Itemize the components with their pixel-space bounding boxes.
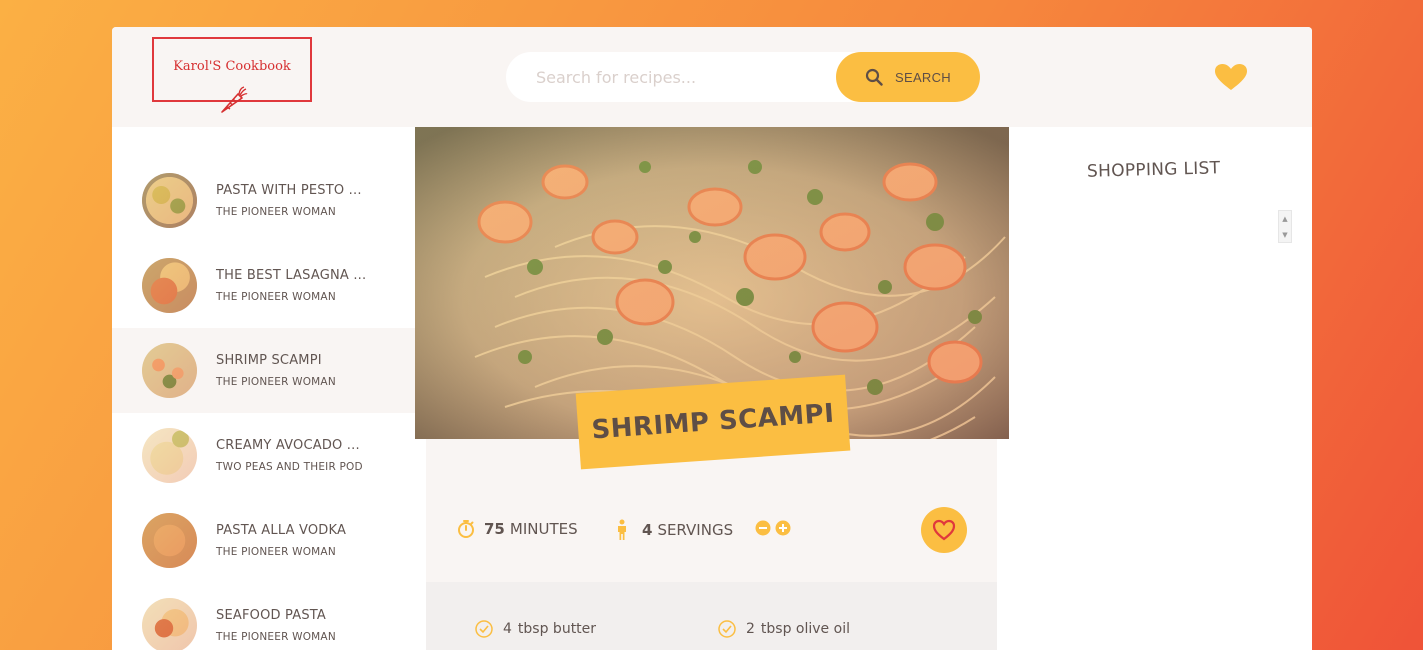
stopwatch-icon (458, 520, 474, 538)
result-publisher: TWO PEAS AND THEIR POD (216, 461, 363, 473)
result-publisher: THE PIONEER WOMAN (216, 291, 336, 303)
logo[interactable]: Karol'S Cookbook (152, 37, 312, 113)
result-publisher: THE PIONEER WOMAN (216, 631, 336, 643)
ingredient-amount: 4 (503, 621, 512, 637)
like-recipe-button[interactable] (921, 507, 967, 553)
servings-unit: SERVINGS (657, 521, 734, 539)
servings-value: 4 (642, 521, 653, 539)
result-item[interactable]: THE BEST LASAGNA ... THE PIONEER WOMAN (112, 243, 415, 328)
minus-circle-icon (755, 520, 771, 536)
heart-icon (1215, 64, 1247, 90)
result-thumbnail (142, 173, 197, 228)
result-publisher: THE PIONEER WOMAN (216, 546, 336, 558)
result-title: PASTA ALLA VODKA (216, 523, 347, 538)
result-thumbnail (142, 258, 197, 313)
recipe-details: 75 MINUTES 4 SERVINGS (426, 439, 997, 582)
scroll-down-icon[interactable]: ▼ (1279, 227, 1291, 242)
result-item-active[interactable]: SHRIMP SCAMPI THE PIONEER WOMAN (112, 328, 415, 413)
result-thumbnail (142, 598, 197, 650)
person-icon (618, 519, 626, 540)
scroll-up-icon[interactable]: ▲ (1279, 211, 1291, 226)
result-item[interactable]: SEAFOOD PASTA THE PIONEER WOMAN (112, 583, 415, 650)
search-icon (865, 68, 883, 86)
result-publisher: THE PIONEER WOMAN (216, 206, 336, 218)
search-button-label: SEARCH (895, 69, 951, 85)
recipe-title-text: SHRIMP SCAMPI (590, 398, 836, 446)
result-item[interactable]: PASTA ALLA VODKA THE PIONEER WOMAN (112, 498, 415, 583)
ingredient-text: tbsp butter (517, 621, 597, 637)
ingredient-list: 4 tbsp butter 2 tbsp olive oil (426, 582, 997, 650)
result-title: CREAMY AVOCADO ... (216, 438, 360, 453)
header: Karol'S Cookbook SEARCH (112, 27, 1312, 127)
check-circle-icon (475, 620, 493, 638)
result-title: SEAFOOD PASTA (216, 608, 327, 623)
recipe-time: 75 MINUTES (456, 519, 578, 539)
time-value: 75 (484, 520, 505, 538)
shopping-list: SHOPPING LIST ▲ ▼ (1009, 127, 1312, 650)
result-thumbnail (142, 428, 197, 483)
result-item[interactable]: CREAMY AVOCADO ... TWO PEAS AND THEIR PO… (112, 413, 415, 498)
ingredient-item: 4 tbsp butter (475, 620, 596, 638)
likes-menu[interactable] (1214, 63, 1248, 95)
search-button[interactable]: SEARCH (836, 52, 980, 102)
result-thumbnail (142, 343, 197, 398)
ingredient-amount: 2 (746, 621, 755, 637)
heart-outline-icon (932, 519, 956, 541)
recipe-body: 75 MINUTES 4 SERVINGS 4 tbsp butter 2 tb… (426, 439, 997, 650)
result-title: SHRIMP SCAMPI (216, 353, 322, 368)
check-circle-icon (718, 620, 736, 638)
result-publisher: THE PIONEER WOMAN (216, 376, 336, 388)
increase-servings-button[interactable] (775, 520, 791, 540)
result-title: PASTA WITH PESTO ... (216, 183, 362, 198)
result-item[interactable]: PASTA WITH PESTO ... THE PIONEER WOMAN (112, 158, 415, 243)
recipe-servings: 4 SERVINGS (614, 519, 791, 541)
shopping-list-title: SHOPPING LIST (1086, 158, 1221, 182)
app-container: Karol'S Cookbook SEARCH (112, 27, 1312, 650)
search-results: PASTA WITH PESTO ... THE PIONEER WOMAN T… (112, 127, 415, 650)
plus-circle-icon (775, 520, 791, 536)
logo-text: Karol'S Cookbook (173, 59, 291, 74)
result-thumbnail (142, 513, 197, 568)
recipe: 75 MINUTES 4 SERVINGS 4 tbsp butter 2 tb… (415, 127, 1009, 650)
servings-buttons (755, 520, 791, 540)
search-input[interactable] (536, 65, 816, 89)
ingredient-item: 2 tbsp olive oil (718, 620, 850, 638)
ingredient-text: tbsp olive oil (760, 621, 850, 637)
shopping-list-scrollbar[interactable]: ▲ ▼ (1278, 210, 1292, 243)
decrease-servings-button[interactable] (755, 520, 771, 540)
carrot-icon (221, 86, 248, 113)
time-unit: MINUTES (509, 520, 578, 538)
search-form: SEARCH (506, 52, 980, 102)
result-title: THE BEST LASAGNA ... (216, 268, 367, 283)
